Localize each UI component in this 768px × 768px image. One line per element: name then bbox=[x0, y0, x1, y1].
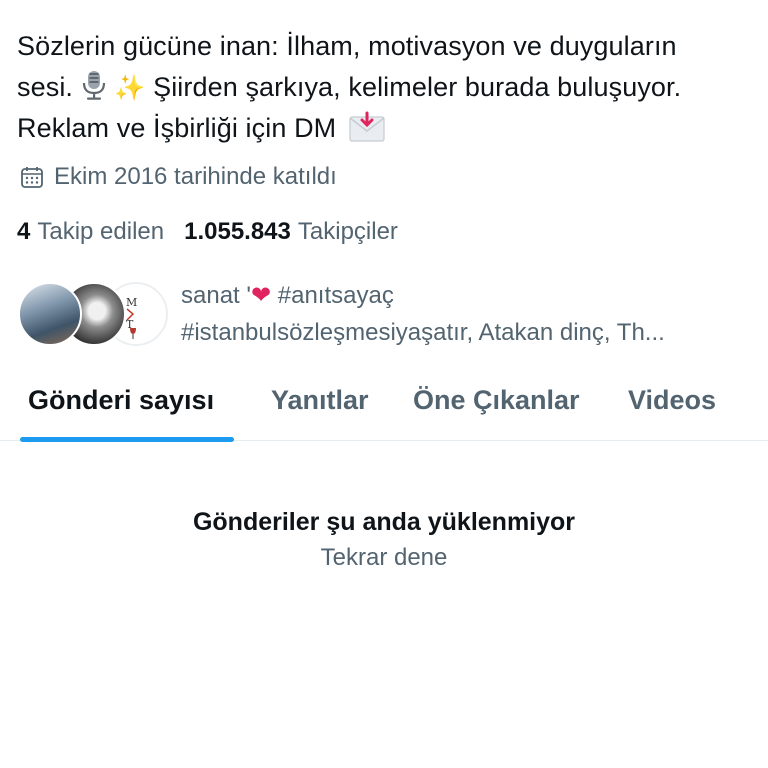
tab-label: Videos bbox=[628, 384, 717, 415]
following-link[interactable]: 4 Takip edilen bbox=[17, 218, 164, 246]
follower-avatars: M T bbox=[18, 282, 168, 346]
followers-you-know[interactable]: M T sanat '❤ #anıtsayaç #istanbulsözleşm… bbox=[18, 277, 758, 347]
envelope-icon bbox=[349, 111, 385, 142]
tab-label: Yanıtlar bbox=[271, 384, 369, 415]
heart-icon: ❤ bbox=[250, 282, 272, 309]
followers-you-know-text: sanat '❤ #anıtsayaç #istanbulsözleşmesiy… bbox=[181, 277, 751, 351]
tab-replies[interactable]: Yanıtlar bbox=[271, 360, 369, 440]
sparkles-icon: ✨ bbox=[114, 73, 146, 102]
feed-error-title: Gönderiler şu anda yüklenmiyor bbox=[192, 508, 576, 536]
followers-count: 1.055.843 bbox=[184, 218, 291, 245]
profile-bio: Sözlerin gücüne inan: İlham, motivasyon … bbox=[17, 26, 757, 149]
bio-line-2: sesi. ✨ Şiirden şarkıya, kelimeler burad… bbox=[17, 67, 757, 108]
joined-date: Ekim 2016 tarihinde katıldı bbox=[20, 160, 337, 194]
following-label: Takip edilen bbox=[37, 218, 165, 245]
followers-link[interactable]: 1.055.843 Takipçiler bbox=[184, 218, 398, 246]
profile-tabs: Gönderi sayısı Yanıtlar Öne Çıkanlar Vid… bbox=[0, 360, 768, 442]
bio-line-1: Sözlerin gücüne inan: İlham, motivasyon … bbox=[17, 31, 677, 61]
retry-button[interactable]: Tekrar dene bbox=[321, 541, 448, 575]
profile-stats: 4 Takip edilen 1.055.843 Takipçiler bbox=[17, 214, 418, 250]
tab-label: Öne Çıkanlar bbox=[413, 384, 580, 415]
tab-posts[interactable]: Gönderi sayısı bbox=[28, 360, 214, 440]
bio-line-2-end: Şiirden şarkıya, kelimeler burada buluşu… bbox=[153, 72, 682, 102]
tab-label: Gönderi sayısı bbox=[28, 384, 215, 415]
microphone-icon bbox=[82, 71, 105, 100]
avatar bbox=[18, 282, 82, 346]
bio-line-3-text: Reklam ve İşbirliği için DM bbox=[17, 113, 337, 143]
followers-line-1: sanat '❤ #anıtsayaç bbox=[181, 277, 751, 314]
feed-error: Gönderiler şu anda yüklenmiyor Tekrar de… bbox=[0, 505, 768, 575]
bio-line-3: Reklam ve İşbirliği için DM bbox=[17, 108, 757, 149]
calendar-icon bbox=[21, 167, 43, 188]
follower-name: #anıtsayaç bbox=[277, 282, 394, 309]
tab-highlights[interactable]: Öne Çıkanlar bbox=[413, 360, 580, 440]
following-count: 4 bbox=[17, 218, 31, 245]
tab-videos[interactable]: Videos bbox=[628, 360, 716, 440]
followers-label: Takipçiler bbox=[297, 218, 398, 245]
joined-date-text: Ekim 2016 tarihinde katıldı bbox=[54, 163, 337, 190]
follower-name: sanat ' bbox=[181, 282, 251, 309]
avatar-letter: M bbox=[126, 296, 137, 309]
followers-line-2: #istanbulsözleşmesiyaşatır, Atakan dinç,… bbox=[181, 319, 665, 346]
active-tab-indicator bbox=[20, 437, 234, 442]
bio-line-2-start: sesi. bbox=[17, 72, 74, 102]
